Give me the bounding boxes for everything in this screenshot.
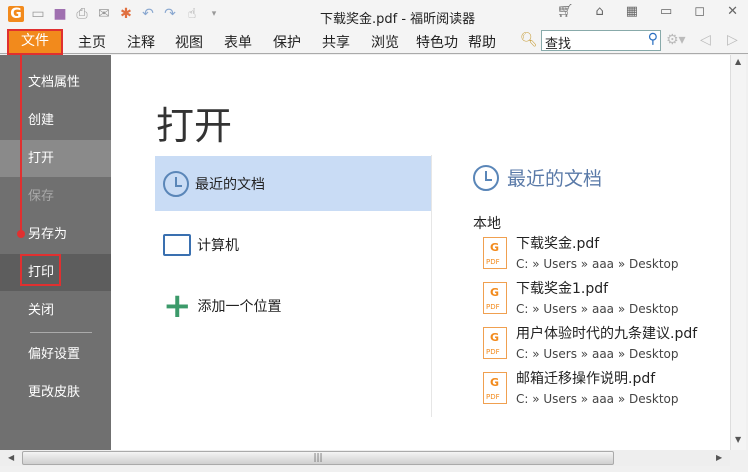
clock-icon <box>473 164 499 191</box>
new-icon[interactable]: ✱ <box>118 6 134 22</box>
undo-icon[interactable]: ↶ <box>140 6 156 22</box>
print-icon[interactable]: ⎙ <box>74 6 90 22</box>
quick-access-toolbar: G ▭ ■ ⎙ ✉ ✱ ↶ ↷ ☝ ▾ <box>8 6 222 22</box>
sidebar-item-preferences[interactable]: 偏好设置 <box>0 336 111 373</box>
computer-icon <box>163 233 191 256</box>
recent-file-item[interactable]: 下载奖金.pdf C: » Users » aaa » Desktop <box>483 233 679 271</box>
option-computer[interactable]: 计算机 <box>155 217 431 272</box>
menu-form[interactable]: 表单 <box>224 32 252 52</box>
maximize-button[interactable]: ◻ <box>694 4 705 19</box>
title-bar: G ▭ ■ ⎙ ✉ ✱ ↶ ↷ ☝ ▾ 下载奖金.pdf - 福昕阅读器 🛒︎ … <box>0 0 748 29</box>
sidebar-item-close[interactable]: 关闭 <box>0 292 111 329</box>
annotation-arrowhead <box>17 230 25 238</box>
recent-title: 最近的文档 <box>473 164 602 191</box>
next-icon[interactable]: ▷ <box>727 32 738 48</box>
recent-file-item[interactable]: 用户体验时代的九条建议.pdf C: » Users » aaa » Deskto… <box>483 323 697 361</box>
skin-icon[interactable]: ⌂ <box>595 4 603 19</box>
scroll-thumb[interactable]: ||| <box>22 451 614 465</box>
option-add-location[interactable]: + 添加一个位置 <box>155 278 431 333</box>
sidebar-item-create[interactable]: 创建 <box>0 102 111 139</box>
apps-icon[interactable]: ▦ <box>626 4 638 19</box>
open-panel: 打开 最近的文档 计算机 + 添加一个位置 最近的文档 本地 下载奖金.pdf C:… <box>111 55 730 450</box>
file-path: C: » Users » aaa » Desktop <box>516 257 679 271</box>
annotation-highlight-box <box>20 254 61 286</box>
file-path: C: » Users » aaa » Desktop <box>516 392 679 406</box>
clock-icon <box>163 170 189 197</box>
horizontal-scrollbar[interactable]: ◀ ||| ▶ <box>0 450 730 466</box>
menu-protect[interactable]: 保护 <box>273 32 301 52</box>
window-title: 下载奖金.pdf - 福昕阅读器 <box>320 12 476 27</box>
settings-icon[interactable]: ⚙▾ <box>666 32 686 48</box>
option-label: 最近的文档 <box>195 176 265 193</box>
save-icon[interactable]: ■ <box>52 6 68 22</box>
menu-bar: 文件 主页 注释 视图 表单 保护 共享 浏览 特色功 帮助 🔍︎ 查找 ⚲ ⚙▾… <box>0 29 748 55</box>
minimize-button[interactable]: ▭ <box>660 4 672 19</box>
find-folder-icon[interactable]: 🔍︎ <box>520 32 538 48</box>
recent-title-text: 最近的文档 <box>507 168 603 190</box>
app-logo-icon: G <box>8 6 24 22</box>
menu-home[interactable]: 主页 <box>78 32 106 52</box>
search-placeholder: 查找 <box>545 37 572 52</box>
pdf-icon <box>483 282 507 314</box>
recent-file-item[interactable]: 邮箱迁移操作说明.pdf C: » Users » aaa » Desktop <box>483 368 679 406</box>
pdf-icon <box>483 327 507 359</box>
search-input[interactable]: 查找 ⚲ <box>541 30 661 52</box>
file-name: 用户体验时代的九条建议.pdf <box>516 326 698 342</box>
pdf-icon <box>483 372 507 404</box>
file-name: 下载奖金1.pdf <box>516 281 609 297</box>
menu-features[interactable]: 特色功 <box>416 32 458 52</box>
option-label: 添加一个位置 <box>197 298 282 315</box>
cart-icon[interactable]: 🛒︎ <box>557 4 574 19</box>
option-label: 计算机 <box>197 237 239 254</box>
local-label: 本地 <box>473 216 501 232</box>
scan-icon[interactable]: ✉ <box>96 6 112 22</box>
sidebar-item-properties[interactable]: 文档属性 <box>0 64 111 101</box>
recent-file-item[interactable]: 下载奖金1.pdf C: » Users » aaa » Desktop <box>483 278 679 316</box>
menu-share[interactable]: 共享 <box>322 32 350 52</box>
menu-view[interactable]: 视图 <box>175 32 203 52</box>
customize-dropdown-icon[interactable]: ▾ <box>206 6 222 22</box>
sidebar-item-skin[interactable]: 更改皮肤 <box>0 374 111 411</box>
file-path: C: » Users » aaa » Desktop <box>516 347 679 361</box>
close-button[interactable]: ✕ <box>727 4 738 19</box>
menu-file[interactable]: 文件 <box>7 29 63 55</box>
annotation-arrow <box>20 54 22 234</box>
open-icon[interactable]: ▭ <box>30 6 46 22</box>
page-title: 打开 <box>156 104 233 148</box>
scroll-right-icon[interactable]: ▶ <box>716 453 722 462</box>
scroll-left-icon[interactable]: ◀ <box>8 453 14 462</box>
pdf-icon <box>483 237 507 269</box>
file-name: 邮箱迁移操作说明.pdf <box>516 371 656 387</box>
scroll-down-icon[interactable]: ▼ <box>735 435 741 444</box>
plus-icon: + <box>163 285 192 326</box>
scroll-up-icon[interactable]: ▲ <box>735 57 741 66</box>
panel-divider <box>431 155 432 417</box>
redo-icon[interactable]: ↷ <box>162 6 178 22</box>
sidebar-item-save: 保存 <box>28 189 55 204</box>
menu-help[interactable]: 帮助 <box>468 32 496 52</box>
sidebar-divider <box>30 332 92 333</box>
search-icon[interactable]: ⚲ <box>648 31 658 47</box>
menu-comment[interactable]: 注释 <box>127 32 155 52</box>
vertical-scrollbar[interactable]: ▲ ▼ <box>730 55 746 450</box>
prev-icon[interactable]: ◁ <box>700 32 711 48</box>
sidebar-item-open[interactable]: 打开 <box>0 140 111 177</box>
file-name: 下载奖金.pdf <box>516 236 600 252</box>
hand-tool-icon[interactable]: ☝ <box>184 6 200 22</box>
option-recent-documents[interactable]: 最近的文档 <box>155 156 431 211</box>
file-path: C: » Users » aaa » Desktop <box>516 302 679 316</box>
menu-browse[interactable]: 浏览 <box>371 32 399 52</box>
